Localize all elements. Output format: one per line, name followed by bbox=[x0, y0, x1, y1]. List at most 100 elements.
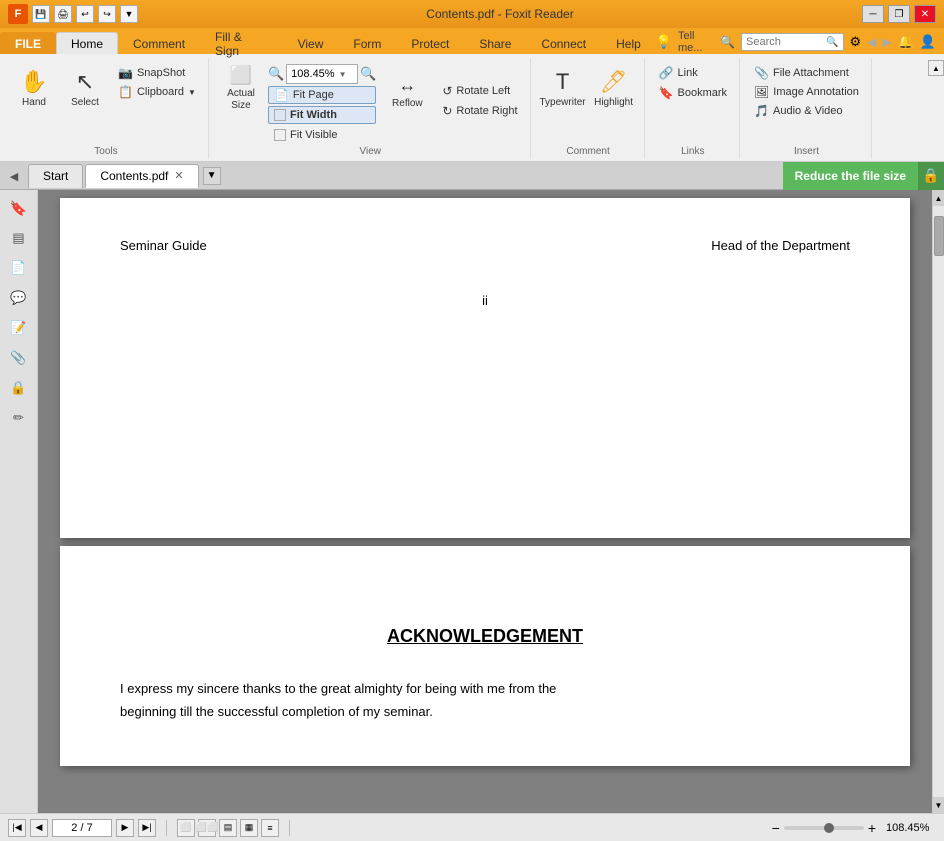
tell-me-field[interactable]: Tell me... bbox=[678, 30, 714, 54]
tab-help[interactable]: Help bbox=[601, 32, 656, 54]
tab-fill-sign[interactable]: Fill & Sign bbox=[200, 32, 283, 54]
single-page-icon[interactable]: ⬜ bbox=[177, 819, 195, 837]
actual-size-button[interactable]: ⬜ ActualSize bbox=[217, 60, 265, 116]
bookmark-icon: 🔖 bbox=[659, 86, 674, 100]
group-tools: ✋ Hand ↖ Select 📷 SnapShot 📋 Clipboard ▼… bbox=[4, 58, 209, 159]
highlight-button[interactable]: 🖊 Highlight bbox=[590, 60, 638, 116]
title-bar: F 💾 🖨 ↩ ↪ ▼ Contents.pdf - Foxit Reader … bbox=[0, 0, 944, 28]
hand-label: Hand bbox=[22, 97, 46, 108]
tab-start-label: Start bbox=[43, 169, 68, 183]
audio-video-button[interactable]: 🎵 Audio & Video bbox=[748, 102, 865, 120]
sidebar-bookmark-icon[interactable]: 🔖 bbox=[5, 194, 33, 222]
tab-contents-pdf[interactable]: Contents.pdf ✕ bbox=[85, 164, 198, 188]
image-annotation-button[interactable]: 🖼 Image Annotation bbox=[748, 83, 865, 101]
tab-contents-close-icon[interactable]: ✕ bbox=[174, 169, 183, 182]
ack-paragraph: I express my sincere thanks to the great… bbox=[120, 677, 850, 724]
fit-width-button[interactable]: Fit Width bbox=[268, 106, 376, 124]
close-button[interactable]: ✕ bbox=[914, 5, 936, 23]
bookmark-button[interactable]: 🔖 Bookmark bbox=[653, 84, 733, 102]
clipboard-dropdown-icon: ▼ bbox=[188, 88, 196, 97]
scroll-up-arrow[interactable]: ▲ bbox=[933, 190, 944, 206]
page-header: Seminar Guide Head of the Department bbox=[120, 238, 850, 253]
rotate-right-button[interactable]: ↻ Rotate Right bbox=[436, 102, 523, 120]
continuous-facing-icon[interactable]: ▦ bbox=[240, 819, 258, 837]
sidebar-attachments-icon[interactable]: 📎 bbox=[5, 344, 33, 372]
scroll-thumb[interactable] bbox=[934, 216, 944, 256]
reduce-lock-icon[interactable]: 🔒 bbox=[918, 162, 944, 190]
continuous-icon[interactable]: ⬜⬜ bbox=[198, 819, 216, 837]
status-bar: |◀ ◀ ▶ ▶| ⬜ ⬜⬜ ▤ ▦ ≡ − + 108.45% bbox=[0, 813, 944, 841]
sidebar-toggle-button[interactable]: ◀ bbox=[4, 166, 24, 186]
ack-line2: beginning till the successful completion… bbox=[120, 704, 433, 719]
pdf-viewer[interactable]: Seminar Guide Head of the Department ii … bbox=[38, 190, 932, 813]
reduce-file-size-button[interactable]: Reduce the file size bbox=[783, 162, 918, 190]
tab-connect[interactable]: Connect bbox=[526, 32, 601, 54]
hand-button[interactable]: ✋ Hand bbox=[10, 60, 58, 116]
last-page-button[interactable]: ▶| bbox=[138, 819, 156, 837]
facing-icon[interactable]: ▤ bbox=[219, 819, 237, 837]
scroll-down-arrow[interactable]: ▼ bbox=[933, 797, 944, 813]
tab-home[interactable]: Home bbox=[56, 32, 118, 54]
zoom-in-icon[interactable]: 🔍 bbox=[360, 66, 376, 82]
scroll-track[interactable] bbox=[933, 206, 944, 797]
tab-protect[interactable]: Protect bbox=[396, 32, 464, 54]
sidebar-layers-icon[interactable]: ▤ bbox=[5, 224, 33, 252]
group-comment-label: Comment bbox=[566, 146, 609, 157]
reflow-button[interactable]: ↔ Reflow bbox=[383, 64, 431, 120]
head-department-text: Head of the Department bbox=[711, 238, 850, 253]
clipboard-icon: 📋 bbox=[118, 85, 133, 99]
sidebar-edit-icon[interactable]: ✏ bbox=[5, 404, 33, 432]
sidebar-pages-icon[interactable]: 📄 bbox=[5, 254, 33, 282]
reflow-icon: ↔ bbox=[398, 75, 416, 96]
actual-size-label: ActualSize bbox=[227, 88, 255, 112]
zoom-display[interactable]: 108.45% ▼ bbox=[286, 64, 358, 84]
tab-share[interactable]: Share bbox=[464, 32, 526, 54]
quick-access-customize[interactable]: ▼ bbox=[120, 5, 138, 23]
reading-mode-icon[interactable]: ≡ bbox=[261, 819, 279, 837]
zoom-in-btn[interactable]: + bbox=[868, 820, 876, 836]
page-input[interactable] bbox=[52, 819, 112, 837]
notification-icon[interactable]: 🔔 bbox=[898, 34, 914, 50]
fit-page-button[interactable]: 📄 Fit Page bbox=[268, 86, 376, 104]
tab-start[interactable]: Start bbox=[28, 164, 83, 188]
sidebar-annotations-icon[interactable]: 💬 bbox=[5, 284, 33, 312]
search-submit-icon[interactable]: 🔍 bbox=[826, 37, 838, 48]
tab-view[interactable]: View bbox=[283, 32, 339, 54]
tab-dropdown-arrow[interactable]: ▼ bbox=[203, 167, 221, 185]
quick-access-print[interactable]: 🖨 bbox=[54, 5, 72, 23]
settings-icon[interactable]: ⚙ bbox=[850, 34, 862, 50]
clipboard-button[interactable]: 📋 Clipboard ▼ bbox=[112, 83, 202, 101]
quick-access-redo[interactable]: ↪ bbox=[98, 5, 116, 23]
sidebar-forms-icon[interactable]: 📝 bbox=[5, 314, 33, 342]
select-button[interactable]: ↖ Select bbox=[61, 60, 109, 116]
file-attachment-button[interactable]: 📎 File Attachment bbox=[748, 64, 865, 82]
zoom-slider[interactable] bbox=[784, 826, 864, 830]
ribbon-collapse-button[interactable]: ▲ bbox=[928, 60, 944, 76]
first-page-button[interactable]: |◀ bbox=[8, 819, 26, 837]
user-icon[interactable]: 👤 bbox=[920, 34, 936, 50]
tab-comment[interactable]: Comment bbox=[118, 32, 200, 54]
zoom-out-icon[interactable]: 🔍 bbox=[268, 66, 284, 82]
link-button[interactable]: 🔗 Link bbox=[653, 64, 733, 82]
quick-access-undo[interactable]: ↩ bbox=[76, 5, 94, 23]
quick-access-save[interactable]: 💾 bbox=[32, 5, 50, 23]
snapshot-button[interactable]: 📷 SnapShot bbox=[112, 64, 202, 82]
group-view-label: View bbox=[360, 146, 382, 157]
minimize-button[interactable]: ─ bbox=[862, 5, 884, 23]
tab-file[interactable]: FILE bbox=[0, 32, 56, 54]
sidebar-security-icon[interactable]: 🔒 bbox=[5, 374, 33, 402]
ribbon-tabs: FILE Home Comment Fill & Sign View Form … bbox=[0, 28, 944, 54]
prev-page-button[interactable]: ◀ bbox=[30, 819, 48, 837]
fit-visible-button[interactable]: Fit Visible bbox=[268, 126, 376, 144]
search-input[interactable] bbox=[746, 36, 826, 48]
tab-form[interactable]: Form bbox=[338, 32, 396, 54]
rotate-left-button[interactable]: ↺ Rotate Left bbox=[436, 82, 523, 100]
file-attachment-icon: 📎 bbox=[754, 66, 769, 80]
typewriter-button[interactable]: T Typewriter bbox=[539, 60, 587, 116]
zoom-out-btn[interactable]: − bbox=[772, 820, 780, 836]
next-page-button[interactable]: ▶ bbox=[116, 819, 134, 837]
back-nav-icon[interactable]: ◀ bbox=[867, 35, 876, 49]
right-scrollbar[interactable]: ▲ ▼ bbox=[932, 190, 944, 813]
restore-button[interactable]: ❐ bbox=[888, 5, 910, 23]
forward-nav-icon[interactable]: ▶ bbox=[882, 35, 891, 49]
